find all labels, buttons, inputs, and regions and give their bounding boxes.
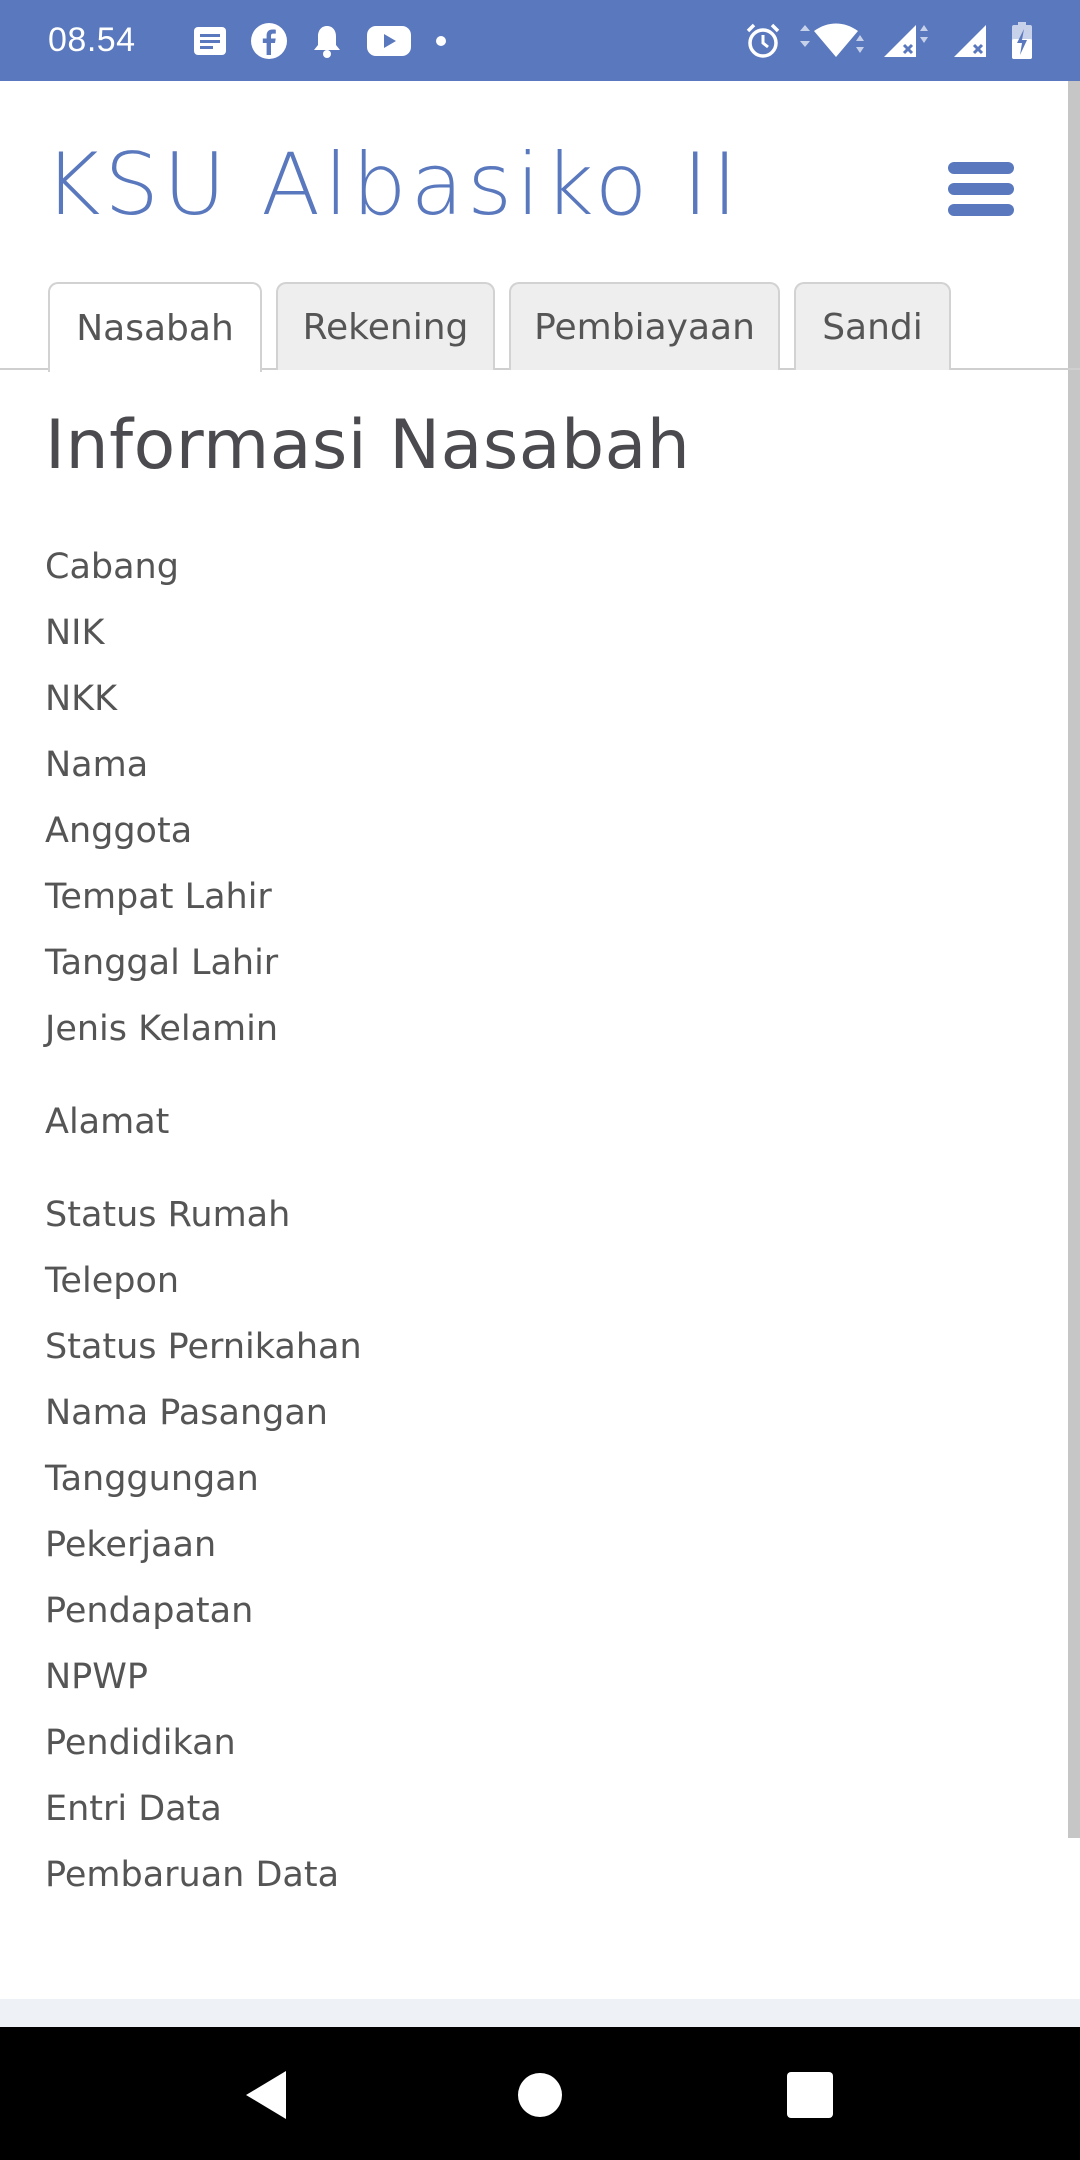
signal-1-icon (882, 23, 934, 59)
field-pendidikan: Pendidikan (45, 1723, 236, 1763)
field-anggota: Anggota (45, 811, 193, 851)
tab-rekening[interactable]: Rekening (276, 282, 495, 370)
recents-icon[interactable] (780, 2067, 840, 2123)
field-status-pernikahan: Status Pernikahan (45, 1327, 362, 1367)
tab-nasabah[interactable]: Nasabah (48, 282, 262, 372)
alarm-icon (744, 22, 782, 60)
field-nkk: NKK (45, 679, 118, 719)
youtube-icon (366, 24, 412, 58)
field-pekerjaan: Pekerjaan (45, 1525, 217, 1565)
facebook-icon (250, 22, 288, 60)
notes-icon (192, 25, 228, 57)
page-title: Informasi Nasabah (45, 406, 691, 485)
field-pembaruan-data: Pembaruan Data (45, 1855, 340, 1895)
tab-label: Sandi (822, 306, 923, 348)
tab-sandi[interactable]: Sandi (794, 282, 951, 370)
page-footer-strip (0, 1999, 1080, 2027)
status-bar: 08.54 (0, 0, 1080, 81)
field-pendapatan: Pendapatan (45, 1591, 254, 1631)
battery-charging-icon (1010, 21, 1034, 61)
customer-info-section: Informasi Nasabah (45, 406, 1045, 485)
field-tanggal-lahir: Tanggal Lahir (45, 943, 279, 983)
page: KSU Albasiko II Nasabah Rekening Pembiay… (0, 81, 1080, 1999)
field-nama-pasangan: Nama Pasangan (45, 1393, 328, 1433)
dot-icon (434, 34, 448, 48)
field-alamat: Alamat (45, 1102, 170, 1142)
signal-2-icon (952, 23, 992, 59)
field-status-rumah: Status Rumah (45, 1195, 291, 1235)
brand-title[interactable]: KSU Albasiko II (44, 135, 741, 235)
tab-pembiayaan[interactable]: Pembiayaan (509, 282, 780, 370)
field-telepon: Telepon (45, 1261, 180, 1301)
navigation-bar (0, 2027, 1080, 2160)
bell-icon (310, 23, 344, 59)
status-time: 08.54 (48, 21, 136, 59)
hamburger-menu-icon[interactable] (948, 162, 1014, 216)
wifi-icon (800, 23, 864, 59)
field-jenis-kelamin: Jenis Kelamin (45, 1009, 279, 1049)
back-icon[interactable] (240, 2067, 300, 2123)
tab-label: Rekening (302, 306, 469, 348)
field-nik: NIK (45, 613, 105, 653)
app-header: KSU Albasiko II (0, 81, 1068, 281)
home-icon[interactable] (510, 2067, 570, 2123)
field-tempat-lahir: Tempat Lahir (45, 877, 272, 917)
tab-bar: Nasabah Rekening Pembiayaan Sandi (0, 282, 1080, 372)
field-cabang: Cabang (45, 547, 179, 587)
field-entri-data: Entri Data (45, 1789, 222, 1829)
field-npwp: NPWP (45, 1657, 149, 1697)
tab-label: Nasabah (76, 307, 234, 349)
field-tanggungan: Tanggungan (45, 1459, 259, 1499)
field-nama: Nama (45, 745, 149, 785)
tab-label: Pembiayaan (534, 306, 755, 348)
